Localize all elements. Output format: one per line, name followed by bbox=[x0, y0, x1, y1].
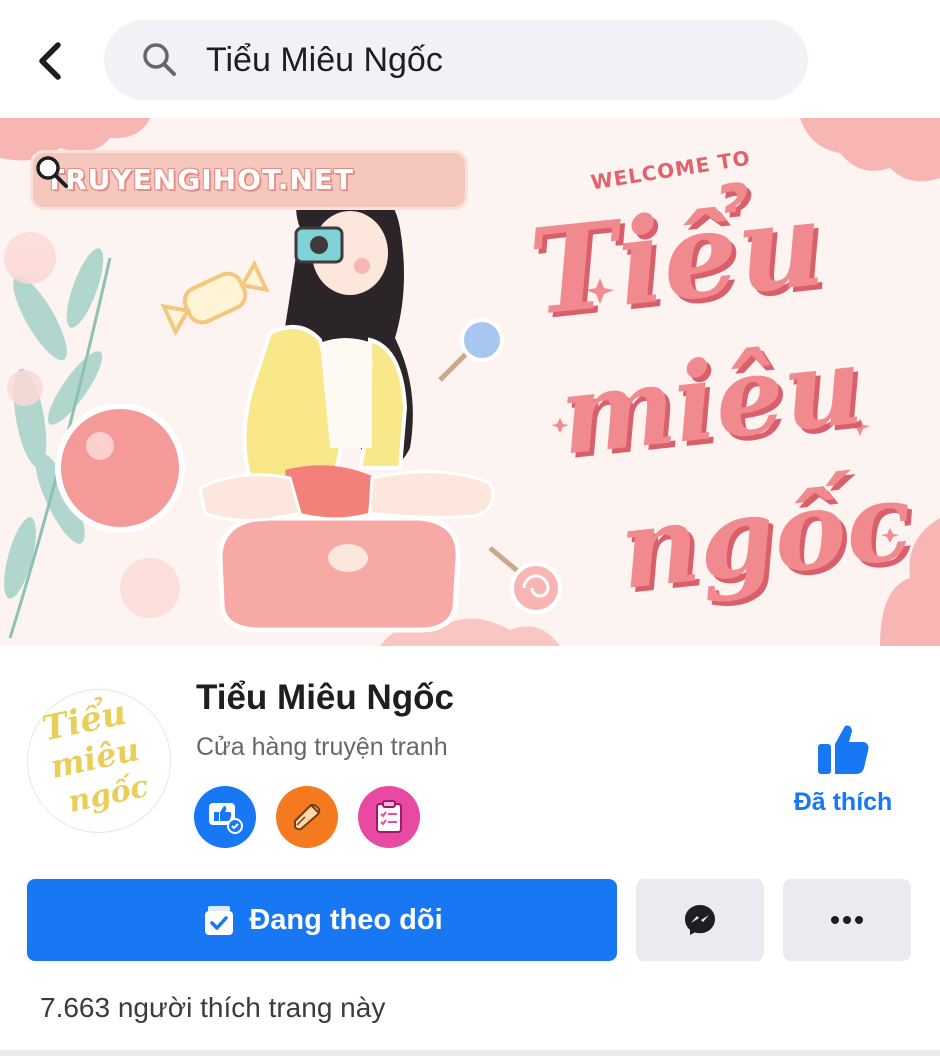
megaphone-icon bbox=[294, 803, 321, 831]
avatar-logo: Tiểu miêu ngốc bbox=[28, 690, 170, 832]
thumbs-up-icon bbox=[209, 803, 243, 834]
more-dots-icon bbox=[831, 916, 863, 924]
page-likes-count: 7.663 người thích trang này bbox=[40, 992, 386, 1023]
section-divider bbox=[0, 1050, 940, 1056]
more-options-button[interactable] bbox=[783, 879, 911, 961]
search-input-value[interactable]: Tiểu Miêu Ngốc bbox=[206, 20, 443, 100]
liked-label: Đã thích bbox=[793, 788, 893, 816]
clipboard-badge-icon[interactable] bbox=[358, 786, 420, 848]
clipboard-icon bbox=[376, 800, 402, 833]
back-button[interactable] bbox=[28, 38, 74, 84]
messenger-icon bbox=[685, 905, 715, 935]
cover-site-text: TRUYENGIHOT.NET bbox=[45, 163, 355, 196]
following-button[interactable]: Đang theo dõi bbox=[27, 879, 617, 961]
thumbs-up-badge-icon[interactable] bbox=[194, 786, 256, 848]
avatar[interactable]: Tiểu miêu ngốc bbox=[28, 690, 170, 832]
magnifier-icon bbox=[36, 156, 68, 188]
checkbox-icon bbox=[205, 906, 234, 935]
cover-title: Tiểu miêu ngốc bbox=[470, 173, 918, 628]
cover-site-banner: TRUYENGIHOT.NET bbox=[30, 150, 468, 210]
page-category: Cửa hàng truyện tranh bbox=[196, 733, 448, 761]
cover-photo[interactable]: TRUYENGIHOT.NET WELCOME TO Tiểu miêu ngố… bbox=[0, 118, 940, 646]
following-label: Đang theo dõi bbox=[249, 903, 443, 936]
megaphone-badge-icon[interactable] bbox=[276, 786, 338, 848]
top-search-bar: Tiểu Miêu Ngốc bbox=[0, 0, 940, 118]
cover-title-line-3: ngốc bbox=[614, 458, 918, 614]
page-title[interactable]: Tiểu Miêu Ngốc bbox=[196, 676, 454, 720]
thumbs-up-icon bbox=[818, 725, 869, 774]
chevron-left-icon bbox=[39, 42, 61, 80]
search-icon bbox=[143, 43, 176, 76]
cover-title-line-1: Tiểu bbox=[523, 173, 830, 342]
search-field[interactable]: Tiểu Miêu Ngốc bbox=[104, 20, 808, 100]
liked-button[interactable]: Đã thích bbox=[770, 716, 916, 832]
messenger-button[interactable] bbox=[636, 879, 764, 961]
cover-title-line-2: miêu bbox=[554, 322, 869, 480]
